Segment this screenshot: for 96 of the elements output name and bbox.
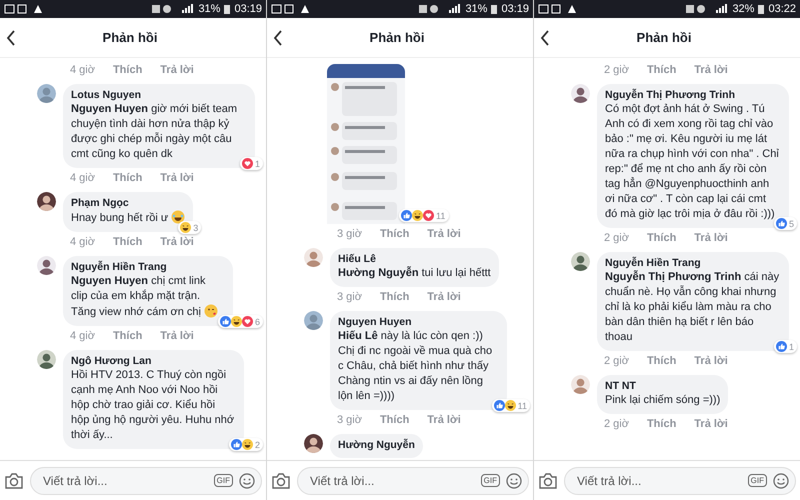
status-icons-drawing bbox=[538, 4, 578, 14]
gif-button[interactable]: GIF bbox=[748, 474, 767, 487]
page-title: Phản hồi bbox=[102, 30, 158, 45]
reaction-badge[interactable]: 11 bbox=[492, 399, 530, 412]
reply-field[interactable]: Viết trả lời... GIF bbox=[564, 466, 796, 494]
reaction-badge[interactable]: 2 bbox=[228, 438, 263, 451]
like-link[interactable]: Thích bbox=[112, 330, 142, 342]
page-title: Phản hồi bbox=[368, 30, 426, 45]
reply-link[interactable]: Trả lời bbox=[427, 290, 461, 302]
reply-link[interactable]: Trả lời bbox=[694, 64, 728, 76]
like-link[interactable]: Thích bbox=[646, 354, 676, 366]
reply-link[interactable]: Trả lời bbox=[427, 414, 461, 426]
comment-author[interactable]: Hường Nguyễn bbox=[338, 439, 415, 452]
reaction-badge[interactable]: 11 bbox=[399, 209, 450, 222]
reaction-count: 2 bbox=[254, 440, 260, 450]
reply-field[interactable]: Viết trả lời... GIF bbox=[30, 466, 262, 494]
gif-button[interactable]: GIF bbox=[480, 474, 500, 487]
time-label: 4 giờ bbox=[70, 172, 95, 184]
camera-icon[interactable] bbox=[271, 472, 291, 490]
reaction-count: 3 bbox=[193, 222, 198, 232]
smiley-icon[interactable] bbox=[239, 472, 255, 488]
like-link[interactable]: Thích bbox=[112, 172, 142, 184]
smiley-icon[interactable] bbox=[773, 472, 789, 488]
like-link[interactable]: Thích bbox=[380, 414, 410, 426]
camera-icon[interactable] bbox=[538, 472, 558, 490]
comment-author[interactable]: Nguyễn Thị Phương Trinh bbox=[605, 89, 781, 102]
reaction-count: 11 bbox=[518, 400, 527, 410]
clock-time: 03:22 bbox=[768, 4, 796, 14]
comment-text: Hường Nguyễn tui lưu lại hếttt bbox=[338, 266, 491, 281]
reply-link[interactable]: Trả lời bbox=[694, 418, 728, 430]
comment-author[interactable]: Ngô Hương Lan bbox=[71, 355, 236, 368]
time-label: 3 giờ bbox=[337, 228, 362, 240]
battery-icon bbox=[758, 4, 764, 14]
reaction-count: 6 bbox=[254, 316, 260, 326]
reaction-badge[interactable]: 6 bbox=[218, 315, 263, 328]
time-label: 4 giờ bbox=[70, 330, 95, 342]
clock-time: 03:19 bbox=[501, 4, 529, 14]
reply-link[interactable]: Trả lời bbox=[427, 228, 461, 240]
gif-button[interactable]: GIF bbox=[214, 474, 233, 487]
status-icons-drawing bbox=[4, 4, 44, 14]
reaction-badge[interactable]: 1 bbox=[240, 157, 263, 170]
battery-percent: 31% bbox=[198, 4, 220, 14]
reply-link[interactable]: Trả lời bbox=[160, 236, 194, 248]
comment-author[interactable]: Hiếu Lê bbox=[338, 253, 491, 266]
time-label: 4 giờ bbox=[70, 236, 95, 248]
back-icon[interactable] bbox=[6, 30, 16, 46]
time-label: 4 giờ bbox=[70, 64, 95, 76]
reaction-badge[interactable]: 5 bbox=[774, 217, 797, 230]
time-label: 2 giờ bbox=[604, 354, 629, 366]
comment-author[interactable]: Phạm Ngọc bbox=[71, 197, 186, 210]
status-icons-drawing bbox=[419, 4, 462, 14]
camera-icon[interactable] bbox=[4, 472, 24, 490]
time-label: 2 giờ bbox=[604, 232, 629, 244]
clock-time: 03:19 bbox=[234, 4, 262, 14]
back-icon[interactable] bbox=[540, 30, 550, 46]
reply-link[interactable]: Trả lời bbox=[694, 232, 728, 244]
reply-link[interactable]: Trả lời bbox=[160, 64, 194, 76]
comment-text: Hiếu Lê này là lúc còn qen :)) Chị đi nc ngoài về mua quà cho c Châu, chả biết hình như thấy Chàng ntin vs ai đấy nên lồng lộn lên =)))) bbox=[338, 329, 494, 404]
comment-author[interactable]: Lotus Nguyen bbox=[71, 89, 247, 102]
time-label: 2 giờ bbox=[604, 64, 629, 76]
reply-field[interactable]: Viết trả lời... GIF bbox=[297, 466, 529, 494]
reaction-count: 1 bbox=[254, 158, 260, 168]
battery-icon bbox=[224, 4, 230, 14]
reply-link[interactable]: Trả lời bbox=[160, 172, 194, 184]
reply-link[interactable]: Trả lời bbox=[694, 354, 728, 366]
like-link[interactable]: Thích bbox=[380, 290, 410, 302]
reaction-count: 5 bbox=[788, 218, 794, 228]
reply-link[interactable]: Trả lời bbox=[160, 330, 194, 342]
battery-icon bbox=[491, 4, 498, 14]
like-link[interactable]: Thích bbox=[646, 232, 676, 244]
time-label: 2 giờ bbox=[604, 418, 629, 430]
status-icons-drawing bbox=[686, 4, 728, 14]
comment-author[interactable]: Nguyễn Hiền Trang bbox=[605, 257, 781, 270]
like-link[interactable]: Thích bbox=[380, 228, 410, 240]
like-link[interactable]: Thích bbox=[646, 64, 676, 76]
comment-author[interactable]: Nguyen Huyen bbox=[338, 316, 499, 329]
comment-author[interactable]: NT NT bbox=[605, 380, 720, 393]
like-link[interactable]: Thích bbox=[112, 236, 142, 248]
comment-text: Nguyen Huyen giờ mới biết team chuyện tình dài hơn nửa thập kỷ được ghi chép mỗi ngày một câu cmt cũng ko quên dk bbox=[71, 102, 238, 162]
status-icons-drawing bbox=[152, 4, 194, 14]
reaction-count: 1 bbox=[788, 342, 794, 352]
reaction-count: 11 bbox=[436, 210, 446, 220]
like-link[interactable]: Thích bbox=[112, 64, 142, 76]
reaction-badge[interactable]: 3 bbox=[178, 221, 202, 234]
like-link[interactable]: Thích bbox=[646, 418, 676, 430]
reaction-badge[interactable]: 1 bbox=[774, 340, 797, 353]
time-label: 3 giờ bbox=[337, 414, 362, 426]
battery-percent: 32% bbox=[732, 4, 754, 14]
smiley-icon[interactable] bbox=[506, 472, 522, 488]
page-title: Phản hồi bbox=[636, 30, 692, 45]
comment-author[interactable]: Nguyễn Hiền Trang bbox=[71, 261, 225, 274]
status-icons-drawing bbox=[271, 4, 311, 14]
battery-percent: 31% bbox=[465, 4, 488, 14]
time-label: 3 giờ bbox=[337, 290, 362, 302]
back-icon[interactable] bbox=[273, 30, 283, 46]
comment-text: Pink lại chiếm sóng =))) bbox=[605, 393, 720, 408]
